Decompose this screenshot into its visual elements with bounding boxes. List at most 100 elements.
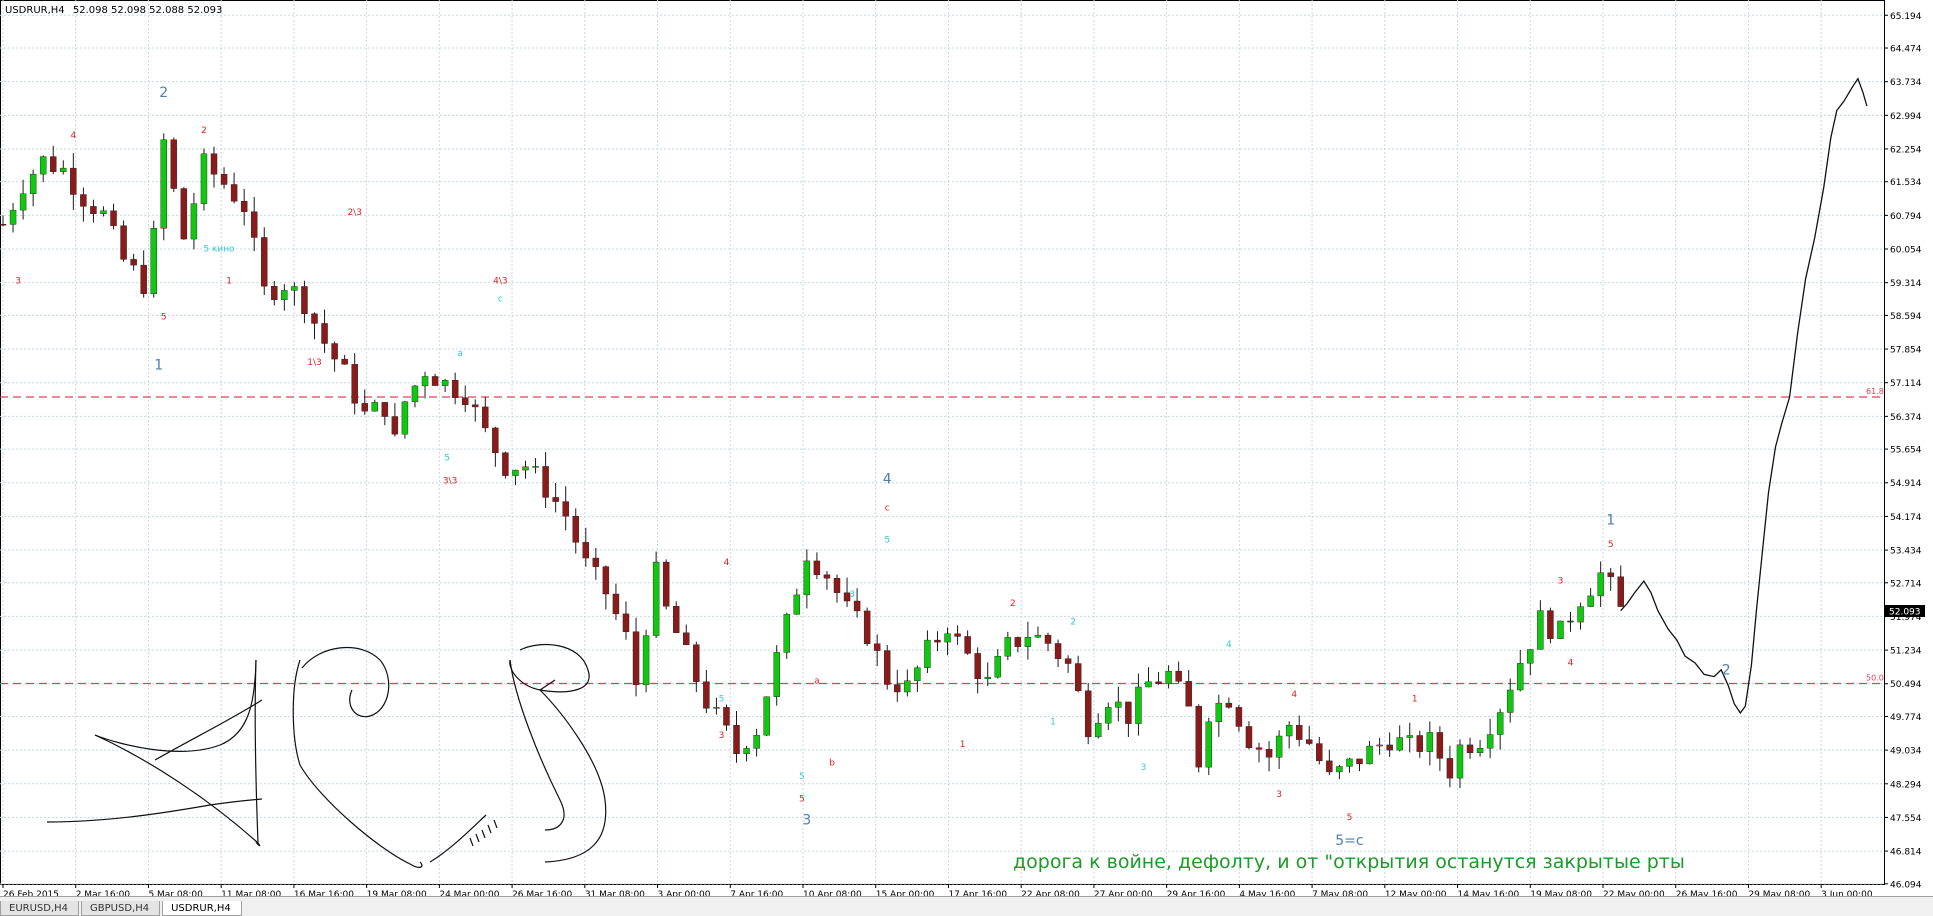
wave-label: 3 xyxy=(1276,790,1282,800)
price-chart[interactable]: 61.8 50.0 4 2 3 2 5 1 5 кино 1 2\3 1\3 4\3 c 3\3 5 a 4 3 5… xyxy=(0,0,1933,896)
tab-eurusd[interactable]: EURUSD,H4 xyxy=(0,901,80,916)
candle-body xyxy=(1366,745,1373,765)
candle-body xyxy=(1356,758,1363,765)
candle-body xyxy=(110,210,117,226)
candle-body xyxy=(29,173,37,194)
candle-body xyxy=(833,578,841,593)
candle-body xyxy=(793,594,801,615)
candle-body xyxy=(220,174,228,185)
candle-body xyxy=(1607,572,1614,577)
candle-body xyxy=(210,153,218,175)
wave-label: 4 xyxy=(1291,690,1297,700)
wave-label: 3 xyxy=(802,812,811,828)
candle-body xyxy=(331,343,338,360)
candle-body xyxy=(1406,735,1413,738)
wave-label: 3 xyxy=(1558,576,1564,586)
wave-label: 5=c xyxy=(1335,833,1363,849)
candle-body xyxy=(281,290,288,300)
wave-label: 5 xyxy=(884,535,890,545)
candle-body xyxy=(1436,732,1444,759)
wave-label: 4 xyxy=(1226,640,1232,650)
wave-label: 3 xyxy=(1141,763,1147,773)
candle-body xyxy=(190,203,198,240)
candle-body xyxy=(683,632,690,645)
candle-body xyxy=(1476,748,1484,753)
wave-label: 2 xyxy=(159,85,168,101)
wave-label: 3 xyxy=(849,590,855,600)
candle-body xyxy=(1225,702,1233,708)
candle-body xyxy=(964,636,971,654)
y-tick-label: 46.814 xyxy=(1890,848,1922,858)
wave-label: a xyxy=(457,349,463,359)
candle-body xyxy=(1014,637,1022,647)
wave-label: 5 xyxy=(1608,540,1614,550)
candle-body xyxy=(884,650,891,685)
wave-label: 1 xyxy=(960,740,966,750)
candle-body xyxy=(622,613,630,632)
candle-body xyxy=(140,264,147,295)
candle-body xyxy=(90,206,97,214)
chart-area[interactable]: 61.8 50.0 4 2 3 2 5 1 5 кино 1 2\3 1\3 4\3 c 3\3 5 a 4 3 5… xyxy=(0,0,1933,896)
candle-body xyxy=(542,466,549,498)
fib-label: 50.0 xyxy=(1866,673,1884,682)
fib-label: 61.8 xyxy=(1866,387,1884,396)
candle-body xyxy=(582,542,590,559)
wave-label: 2\3 xyxy=(347,208,361,218)
candle-body xyxy=(351,364,358,404)
candle-body xyxy=(1507,689,1514,713)
wave-label: 1 xyxy=(154,358,163,374)
candle-body xyxy=(924,639,931,668)
candle-body xyxy=(1024,637,1032,647)
candle-body xyxy=(1316,743,1323,762)
wave-label: c xyxy=(498,294,503,304)
candle-body xyxy=(130,259,137,266)
candle-body xyxy=(1004,637,1012,657)
candle-body xyxy=(70,167,77,195)
y-tick-label: 62.994 xyxy=(1890,112,1922,122)
y-tick-label: 62.254 xyxy=(1890,145,1922,155)
candle-body xyxy=(763,696,770,736)
candle-body xyxy=(1456,744,1464,779)
candle-body xyxy=(813,560,821,575)
y-tick-label: 57.854 xyxy=(1890,346,1922,356)
candle-body xyxy=(100,210,107,214)
y-tick-label: 54.914 xyxy=(1890,479,1922,489)
candle-body xyxy=(50,156,57,172)
candle-body xyxy=(1275,735,1283,758)
candle-body xyxy=(60,167,67,172)
wave-label: 3 xyxy=(15,276,21,286)
candle-body xyxy=(421,376,429,387)
candle-body xyxy=(150,228,157,295)
candle-body xyxy=(522,466,529,471)
candle-body xyxy=(301,286,308,315)
y-tick-label: 60.054 xyxy=(1890,246,1922,256)
y-tick-label: 57.114 xyxy=(1890,379,1922,389)
candle-body xyxy=(1215,702,1223,723)
wave-label: 2 xyxy=(1070,617,1076,627)
candle-body xyxy=(743,748,750,754)
y-tick-label: 50.494 xyxy=(1890,680,1922,690)
candle-body xyxy=(1466,744,1474,753)
wave-label: 4 xyxy=(883,471,892,487)
candle-body xyxy=(562,501,569,517)
candle-body xyxy=(1587,595,1594,607)
candle-body xyxy=(693,644,700,682)
tab-usdrur[interactable]: USDRUR,H4 xyxy=(162,901,242,916)
candle-body xyxy=(160,139,167,229)
candle-body xyxy=(230,184,238,202)
candle-body xyxy=(1537,610,1544,650)
tab-gbpusd[interactable]: GBPUSD,H4 xyxy=(81,901,161,916)
candle-body xyxy=(1295,725,1303,740)
symbol-label: USDRUR,H4 xyxy=(5,5,65,16)
candle-body xyxy=(934,639,941,643)
candle-body xyxy=(873,643,881,651)
candle-body xyxy=(461,397,469,405)
candle-body xyxy=(311,313,318,324)
wave-label: 1 xyxy=(1412,695,1418,705)
candle-body xyxy=(1376,744,1383,747)
wave-label: 4 xyxy=(1568,658,1574,668)
candle-body xyxy=(1326,760,1333,773)
candle-body xyxy=(80,194,87,207)
candle-body xyxy=(391,416,399,435)
candle-body xyxy=(994,655,1001,678)
